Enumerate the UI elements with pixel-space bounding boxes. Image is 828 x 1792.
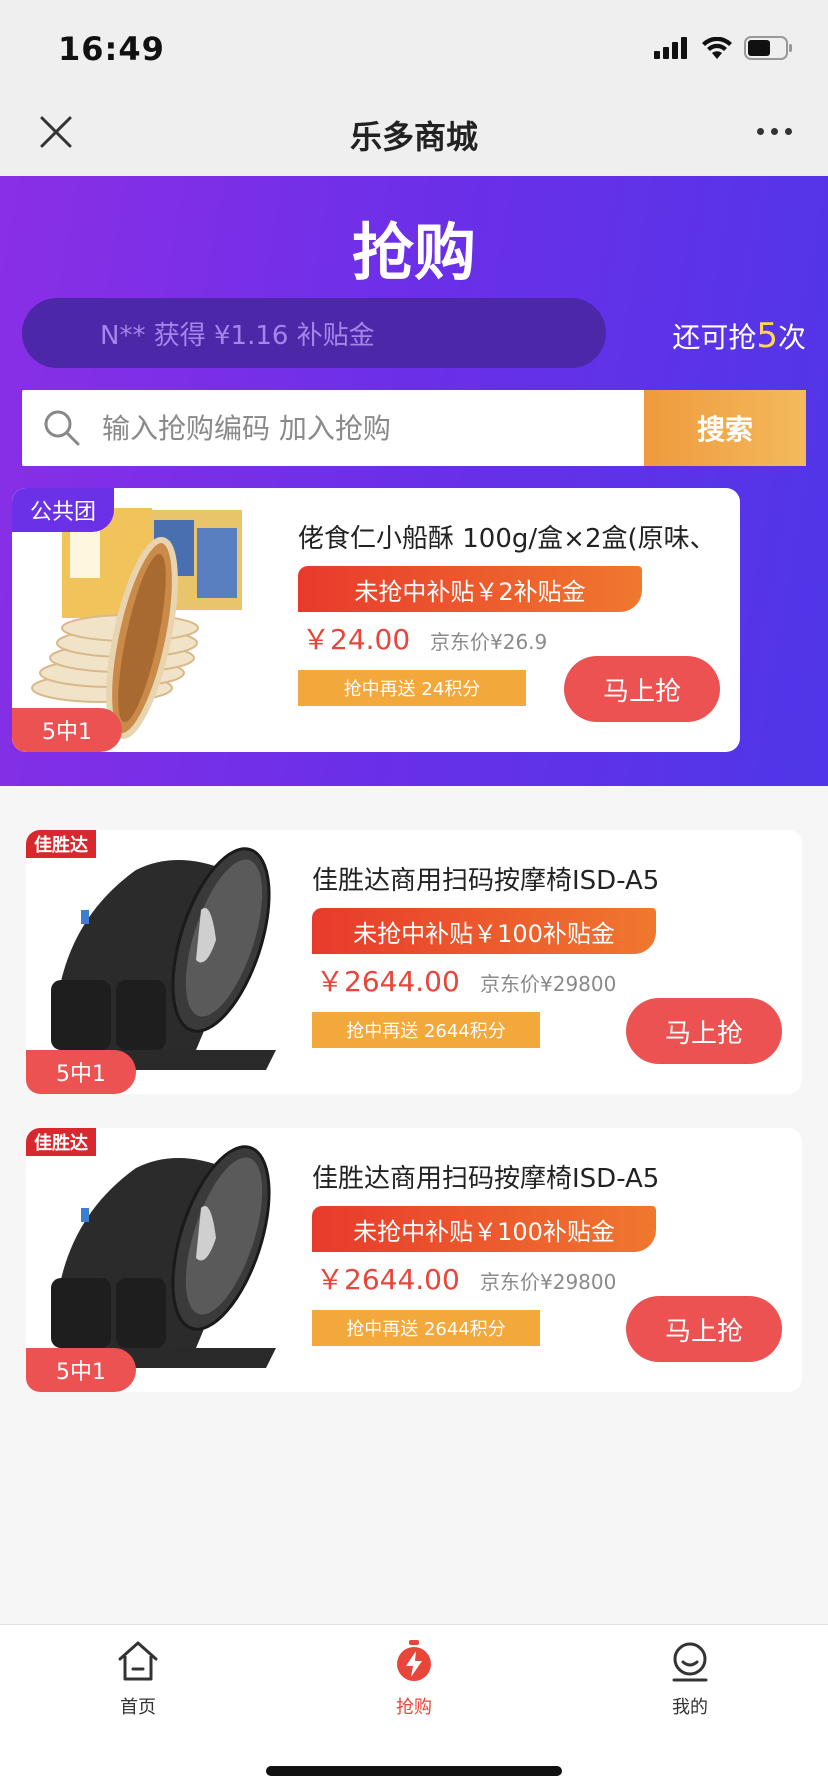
subsidy-tag: 未抢中补贴￥100补贴金 bbox=[312, 908, 656, 954]
page-title: 乐多商城 bbox=[349, 118, 478, 156]
battery-icon bbox=[744, 36, 792, 60]
tab-home[interactable]: 首页 bbox=[78, 1639, 198, 1719]
product-price: ￥24.00 bbox=[302, 623, 411, 656]
remaining-prefix: 还可抢 bbox=[672, 321, 757, 354]
subsidy-tag: 未抢中补贴￥2补贴金 bbox=[298, 566, 642, 612]
flash-sale-icon bbox=[397, 1640, 431, 1681]
winner-ticker: N** 获得 ¥1.16 补贴金 bbox=[22, 298, 606, 368]
tab-flash-sale-label: 抢购 bbox=[396, 1697, 432, 1718]
wifi-icon bbox=[702, 37, 732, 59]
subsidy-tag: 未抢中补贴￥100补贴金 bbox=[312, 1206, 656, 1252]
status-time: 16:49 bbox=[58, 30, 165, 68]
brand-logo: 佳胜达 bbox=[26, 830, 96, 858]
points-tag: 抢中再送 24积分 bbox=[298, 670, 526, 706]
product-card[interactable]: 公共团 5中1 佬食仁小船酥 100g/盒×2盒(原味、 未抢中补贴￥2补贴金 … bbox=[12, 488, 740, 752]
hero-title: 抢购 bbox=[351, 216, 476, 289]
buy-now-button[interactable]: 马上抢 bbox=[564, 656, 720, 722]
product-title: 佳胜达商用扫码按摩椅ISD-A5 bbox=[312, 1164, 660, 1194]
reference-price: 京东价¥29800 bbox=[480, 972, 617, 996]
search-icon bbox=[44, 410, 80, 446]
signal-icon bbox=[654, 37, 687, 59]
home-indicator bbox=[266, 1766, 562, 1776]
group-badge: 公共团 bbox=[12, 488, 115, 532]
buy-now-button[interactable]: 马上抢 bbox=[626, 1296, 782, 1362]
ticker-text: N** 获得 ¥1.16 补贴金 bbox=[100, 321, 375, 351]
product-title: 佬食仁小船酥 100g/盒×2盒(原味、 bbox=[298, 524, 716, 554]
reference-price: 京东价¥26.9 bbox=[430, 630, 548, 654]
product-price: ￥2644.00 bbox=[316, 1263, 460, 1296]
search-bar: 搜索 bbox=[22, 390, 806, 466]
search-input[interactable] bbox=[102, 390, 642, 466]
search-button[interactable]: 搜索 bbox=[644, 390, 806, 466]
odds-badge: 5中1 bbox=[12, 708, 122, 752]
home-icon bbox=[118, 1641, 158, 1681]
product-title: 佳胜达商用扫码按摩椅ISD-A5 bbox=[312, 866, 660, 896]
odds-badge: 5中1 bbox=[26, 1050, 136, 1094]
remaining-attempts: 还可抢5次 bbox=[672, 316, 806, 356]
odds-badge: 5中1 bbox=[26, 1348, 136, 1392]
profile-icon bbox=[672, 1642, 708, 1682]
remaining-count: 5 bbox=[756, 316, 778, 356]
tab-profile[interactable]: 我的 bbox=[630, 1639, 750, 1719]
points-tag: 抢中再送 2644积分 bbox=[312, 1012, 540, 1048]
product-price: ￥2644.00 bbox=[316, 965, 460, 998]
nav-bar: 乐多商城 bbox=[0, 100, 828, 176]
tab-profile-label: 我的 bbox=[672, 1697, 708, 1718]
tab-home-label: 首页 bbox=[120, 1697, 156, 1718]
status-icons bbox=[654, 36, 794, 60]
status-bar: 16:49 bbox=[0, 0, 828, 100]
product-card[interactable]: 佳胜达 5中1 佳胜达商用扫码按摩椅ISD-A5 未抢中补贴￥100补贴金 ￥2… bbox=[26, 830, 802, 1094]
remaining-suffix: 次 bbox=[777, 321, 806, 354]
brand-logo: 佳胜达 bbox=[26, 1128, 96, 1156]
hero-banner: 抢购 N** 获得 ¥1.16 补贴金 还可抢5次 搜索 bbox=[0, 176, 828, 786]
tab-flash-sale[interactable]: 抢购 bbox=[354, 1639, 474, 1719]
product-card[interactable]: 佳胜达 5中1 佳胜达商用扫码按摩椅ISD-A5 未抢中补贴￥100补贴金 ￥2… bbox=[26, 1128, 802, 1392]
points-tag: 抢中再送 2644积分 bbox=[312, 1310, 540, 1346]
reference-price: 京东价¥29800 bbox=[480, 1270, 617, 1294]
more-icon[interactable] bbox=[757, 128, 792, 135]
buy-now-button[interactable]: 马上抢 bbox=[626, 998, 782, 1064]
